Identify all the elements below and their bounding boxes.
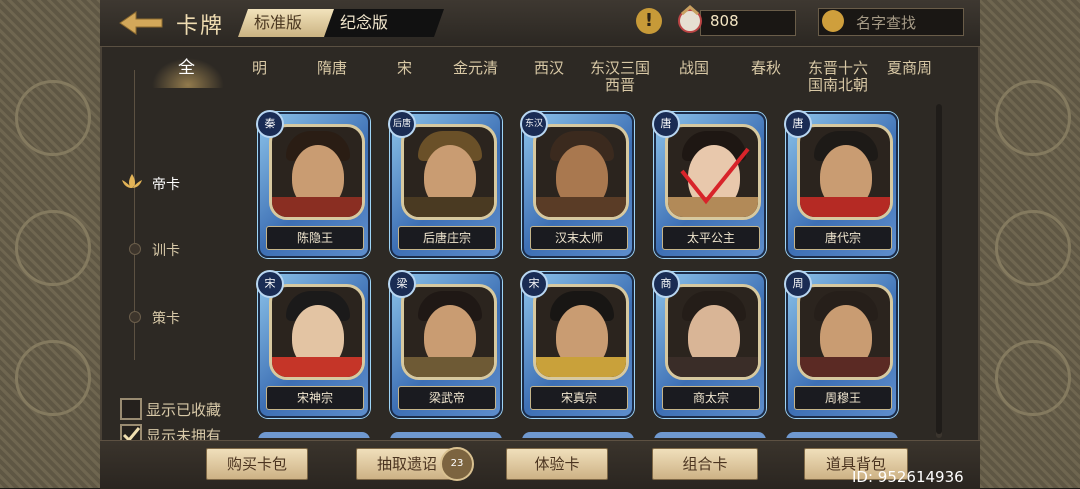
portrait [797,284,893,380]
card-item[interactable]: 秦 陈隐王 [256,110,370,258]
category-emperor[interactable]: 帝卡 [152,174,180,194]
card-item[interactable]: 后唐 后唐庄宗 [388,110,502,258]
feather-currency-icon [678,5,702,33]
dynasty-badge: 后唐 [388,110,416,138]
portrait [665,284,761,380]
card-item-partial[interactable] [786,432,898,438]
card-name: 梁武帝 [398,386,496,410]
category-dot [129,311,141,323]
portrait [269,124,365,220]
card-name: 宋真宗 [530,386,628,410]
back-arrow-icon[interactable] [118,10,164,36]
card-item[interactable]: 东汉 汉末太师 [520,110,634,258]
dynasty-badge: 东汉 [520,110,548,138]
dynasty-badge: 周 [784,270,812,298]
card-item-partial[interactable] [390,432,502,438]
draw-count-badge: 23 [440,447,474,481]
card-name: 后唐庄宗 [398,226,496,250]
portrait [401,284,497,380]
page-title: 卡牌 [176,14,225,39]
show-collected-label: 显示已收藏 [146,401,222,419]
card-name: 商太宗 [662,386,760,410]
portrait [533,284,629,380]
user-id: ID: 952614936 [852,468,964,486]
category-strategy[interactable]: 策卡 [152,308,180,328]
portrait [533,124,629,220]
alert-icon[interactable]: ! [636,8,662,34]
dynasty-badge: 宋 [256,270,284,298]
card-name: 唐代宗 [794,226,892,250]
card-item-partial[interactable] [522,432,634,438]
tab-commemorative[interactable]: 纪念版 [324,9,444,37]
main-panel: 卡牌 标准版 纪念版 ! 808 名字查找 全 明 隋唐 宋 金元清 西汉 东汉… [100,0,980,489]
card-item[interactable]: 商 商太宗 [652,270,766,418]
red-checkmark-icon [680,147,750,205]
dynasty-badge: 秦 [256,110,284,138]
dynasty-badge: 宋 [520,270,548,298]
portrait [401,124,497,220]
trial-card-button[interactable]: 体验卡 [506,448,608,480]
dynasty-tab-ming[interactable]: 明 [252,60,267,77]
card-item[interactable]: 宋 宋神宗 [256,270,370,418]
card-name: 汉末太师 [530,226,628,250]
card-grid: 秦 陈隐王 后唐 后唐庄宗 东汉 汉末太师 唐 太平公主 唐 唐代宗 宋 宋神宗… [252,108,932,438]
card-name: 太平公主 [662,226,760,250]
card-item-partial[interactable] [654,432,766,438]
card-item-partial[interactable] [258,432,370,438]
dynasty-badge: 唐 [652,110,680,138]
show-collected-checkbox[interactable] [120,398,142,420]
card-item[interactable]: 宋 宋真宗 [520,270,634,418]
search-icon[interactable] [822,10,844,32]
currency-value: 808 [710,12,739,30]
dynasty-badge: 唐 [784,110,812,138]
dynasty-tab-zhanguo[interactable]: 战国 [679,60,709,77]
combo-card-button[interactable]: 组合卡 [652,448,758,480]
dynasty-tab-xihan[interactable]: 西汉 [534,60,564,77]
dynasty-badge: 梁 [388,270,416,298]
portrait [797,124,893,220]
card-item[interactable]: 唐 唐代宗 [784,110,898,258]
card-item[interactable]: 梁 梁武帝 [388,270,502,418]
scrollbar-thumb[interactable] [936,104,942,434]
portrait [665,124,761,220]
dynasty-tab-suitang[interactable]: 隋唐 [317,60,347,77]
dynasty-tab-jinyuanqing[interactable]: 金元清 [453,60,498,77]
right-decor-panel [980,0,1080,488]
dynasty-tab-dongjin[interactable]: 东晋十六 国南北朝 [808,60,868,94]
card-name: 周穆王 [794,386,892,410]
card-item[interactable]: 周 周穆王 [784,270,898,418]
portrait [269,284,365,380]
dynasty-badge: 商 [652,270,680,298]
dynasty-tab-donghan[interactable]: 东汉三国 西晋 [590,60,650,94]
dynasty-tab-xiashangzhou[interactable]: 夏商周 [887,60,932,77]
category-dot [129,243,141,255]
dynasty-tab-song[interactable]: 宋 [397,60,412,77]
dynasty-tab-chunqiu[interactable]: 春秋 [751,60,781,77]
scrollbar[interactable] [936,104,942,438]
buy-pack-button[interactable]: 购买卡包 [206,448,308,480]
card-name: 宋神宗 [266,386,364,410]
search-placeholder: 名字查找 [856,14,917,32]
card-name: 陈隐王 [266,226,364,250]
dynasty-tab-all[interactable]: 全 [178,60,195,77]
category-training[interactable]: 训卡 [152,240,180,260]
lotus-icon [122,174,142,188]
card-item[interactable]: 唐 太平公主 [652,110,766,258]
left-decor-panel [0,0,100,488]
